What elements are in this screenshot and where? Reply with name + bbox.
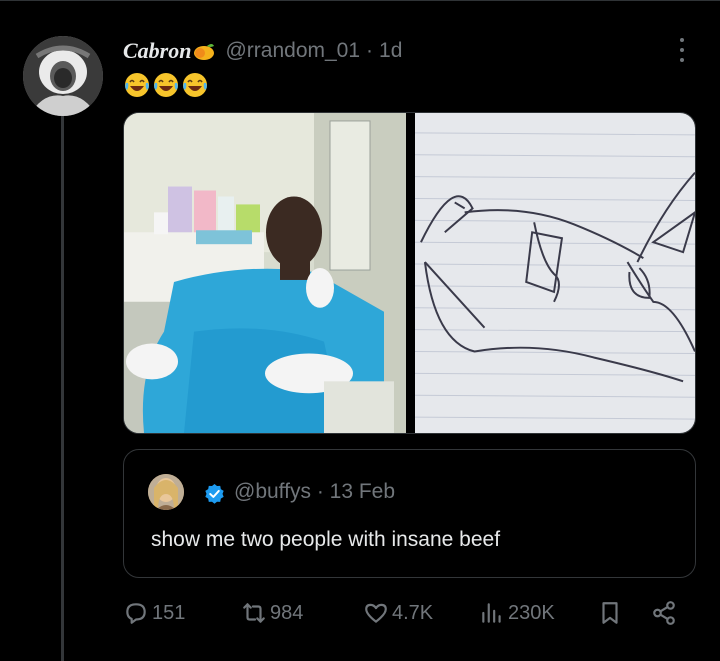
- views-button[interactable]: 230K: [479, 596, 555, 630]
- quoted-author-avatar[interactable]: [148, 474, 184, 510]
- action-bar: 151 984 4.7K 230K: [123, 596, 693, 630]
- post-header: Cabron @rrandom_01 · 1d: [123, 36, 402, 66]
- reply-count: 151: [152, 601, 186, 624]
- repost-count: 984: [270, 601, 304, 624]
- hospital-photo[interactable]: [124, 113, 406, 433]
- quoted-post-card[interactable]: @buffys · 13 Feb show me two people with…: [123, 449, 696, 578]
- verified-badge-icon: [205, 483, 224, 504]
- sketch-drawing-photo[interactable]: [415, 113, 695, 433]
- more-options-button[interactable]: [672, 36, 692, 64]
- reply-button[interactable]: 151: [123, 596, 185, 630]
- author-handle[interactable]: @rrandom_01: [225, 39, 360, 63]
- views-count: 230K: [508, 601, 555, 624]
- post-text: [123, 71, 209, 99]
- quoted-header: @buffys · 13 Feb: [234, 480, 395, 504]
- reply-icon: [126, 603, 146, 624]
- header-separator: ·: [366, 39, 374, 62]
- repost-icon: [243, 603, 265, 623]
- repost-button[interactable]: 984: [241, 596, 303, 630]
- heart-icon: [365, 603, 387, 623]
- like-count: 4.7K: [392, 601, 434, 624]
- bookmark-icon: [602, 602, 618, 624]
- thread-connector-line: [61, 100, 64, 661]
- quoted-separator: ·: [316, 480, 324, 503]
- analytics-icon: [482, 603, 501, 623]
- share-button[interactable]: [651, 596, 677, 630]
- media-gallery: [123, 112, 696, 434]
- mango-icon: [194, 44, 215, 60]
- quoted-date[interactable]: 13 Feb: [330, 480, 395, 503]
- author-name[interactable]: Cabron: [123, 38, 191, 64]
- top-divider: [0, 0, 720, 1]
- author-avatar[interactable]: [23, 36, 103, 116]
- like-button[interactable]: 4.7K: [363, 596, 433, 630]
- bookmark-button[interactable]: [597, 596, 623, 630]
- face-with-tears-of-joy-icon: [154, 73, 178, 97]
- post-time[interactable]: 1d: [379, 39, 402, 63]
- quoted-post-text: show me two people with insane beef: [151, 528, 501, 551]
- face-with-tears-of-joy-icon: [125, 73, 149, 97]
- face-with-tears-of-joy-icon: [183, 73, 207, 97]
- share-icon: [653, 601, 675, 625]
- quoted-author-handle[interactable]: @buffys: [234, 480, 311, 503]
